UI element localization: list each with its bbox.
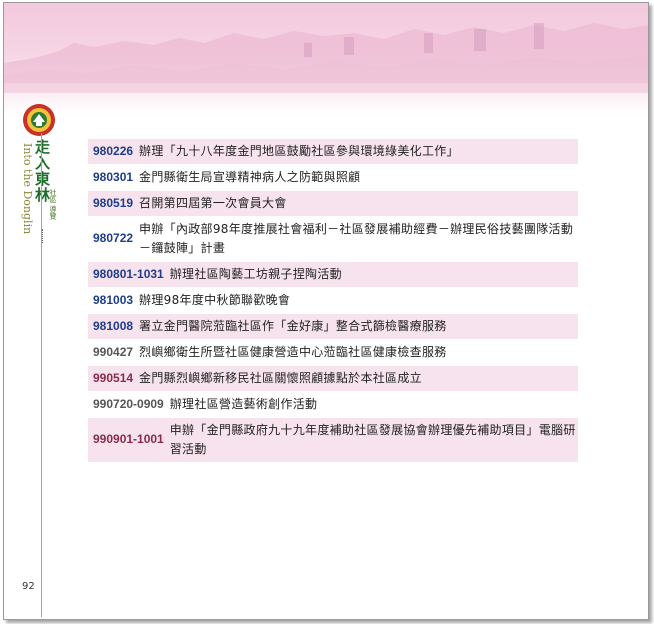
timeline-event: 署立金門醫院蒞臨社區作「金好康」整合式篩檢醫療服務: [139, 319, 447, 333]
section-tags: 社區 導覽: [49, 189, 57, 220]
timeline-event: 金門縣烈嶼鄉新移民社區關懷照顧據點於本社區成立: [139, 371, 422, 385]
header-banner: [4, 3, 648, 115]
timeline-date: 980801-1031: [93, 267, 164, 281]
timeline-event: 辦理社區陶藝工坊親子捏陶活動: [169, 267, 342, 281]
timeline-row: 990901-1001 申辦「金門縣政府九十九年度補助社區發展協會辦理優先補助項…: [88, 418, 578, 462]
emblem-logo: [22, 103, 56, 137]
vertical-rule: [41, 133, 42, 617]
coastline-illustration: [4, 23, 648, 93]
timeline-event: 辦理社區營造藝術創作活動: [169, 397, 318, 411]
timeline-date: 990427: [93, 345, 134, 359]
book-subtitle: Into the Donglin: [21, 143, 34, 235]
dotted-divider: [42, 229, 45, 243]
timeline-event: 申辦「內政部98年度推展社會福利－社區發展補助經費－辦理民俗技藝團隊活動－鑼鼓陣…: [139, 222, 574, 255]
timeline-row: 990427 烈嶼鄉衛生所暨社區健康營造中心蒞臨社區健康檢查服務: [88, 340, 578, 365]
timeline-row: 980226 辦理「九十八年度金門地區鼓勵社區參與環境綠美化工作」: [88, 139, 578, 164]
timeline-date: 980226: [93, 144, 134, 158]
timeline-row: 980801-1031 辦理社區陶藝工坊親子捏陶活動: [88, 262, 578, 287]
timeline-date: 990720-0909: [93, 397, 164, 411]
timeline-event: 辦理98年度中秋節聯歡晚會: [139, 293, 291, 307]
timeline-event: 召開第四屆第一次會員大會: [139, 196, 287, 210]
timeline-date: 990901-1001: [93, 432, 164, 446]
timeline-row: 980519 召開第四屆第一次會員大會: [88, 191, 578, 216]
timeline-date: 980722: [93, 231, 134, 245]
timeline-date: 981008: [93, 319, 134, 333]
timeline-row: 990514 金門縣烈嶼鄉新移民社區關懷照顧據點於本社區成立: [88, 366, 578, 391]
timeline-list: 980226 辦理「九十八年度金門地區鼓勵社區參與環境綠美化工作」 980301…: [88, 139, 578, 463]
timeline-row: 990720-0909 辦理社區營造藝術創作活動: [88, 392, 578, 417]
page-number: 92: [22, 581, 35, 592]
timeline-date: 980519: [93, 196, 134, 210]
timeline-row: 981008 署立金門醫院蒞臨社區作「金好康」整合式篩檢醫療服務: [88, 314, 578, 339]
timeline-row: 980722 申辦「內政部98年度推展社會福利－社區發展補助經費－辦理民俗技藝團…: [88, 217, 578, 261]
timeline-row: 980301 金門縣衛生局宣導精神病人之防範與照顧: [88, 165, 578, 190]
timeline-date: 981003: [93, 293, 134, 307]
timeline-date: 990514: [93, 371, 134, 385]
timeline-event: 辦理「九十八年度金門地區鼓勵社區參與環境綠美化工作」: [139, 144, 459, 158]
timeline-row: 981003 辦理98年度中秋節聯歡晚會: [88, 288, 578, 313]
timeline-event: 烈嶼鄉衛生所暨社區健康營造中心蒞臨社區健康檢查服務: [139, 345, 447, 359]
timeline-event: 金門縣衛生局宣導精神病人之防範與照顧: [139, 170, 361, 184]
timeline-event: 申辦「金門縣政府九十九年度補助社區發展協會辦理優先補助項目」電腦研習活動: [169, 423, 576, 456]
page-frame: 走入東林 Into the Donglin 社區 導覽 92 980226 辦理…: [3, 2, 649, 620]
timeline-date: 980301: [93, 170, 134, 184]
